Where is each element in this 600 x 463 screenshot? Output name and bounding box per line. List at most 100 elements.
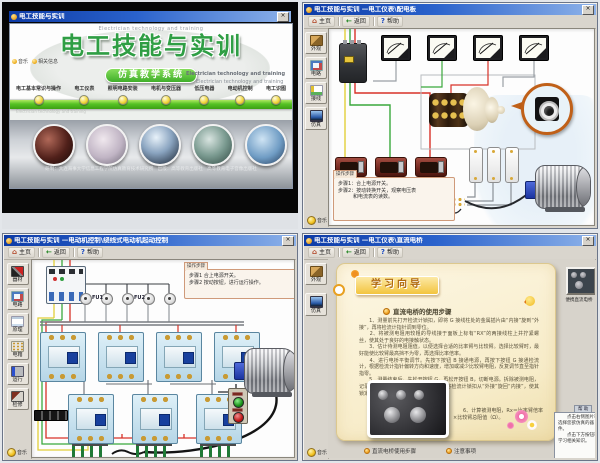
sidebar-label: 外观 — [311, 47, 321, 52]
motor — [535, 165, 591, 209]
sidebar-label: 检修 — [12, 403, 22, 408]
menu-button-icon — [161, 95, 171, 105]
close-icon[interactable]: × — [282, 236, 294, 246]
menu-item-meters[interactable]: 电工仪表 — [74, 86, 94, 105]
stop-button[interactable] — [233, 412, 244, 423]
product-photo-pliers — [33, 124, 75, 166]
back-button[interactable]: ←返回 — [342, 16, 370, 27]
home-button[interactable]: ⌂主页 — [308, 247, 335, 258]
help-icon: ? — [381, 18, 385, 25]
menu-item-motorctl[interactable]: 电动机控制 — [228, 86, 253, 105]
fuse-1[interactable] — [80, 293, 92, 305]
knob — [414, 390, 424, 400]
contactor-coil — [106, 346, 138, 368]
music-toggle[interactable]: 音乐 — [307, 448, 327, 457]
contactor-km6 — [132, 394, 178, 444]
link-label: 直流电桥使用步骤 — [372, 447, 416, 455]
panel-guide: 电工技能与实训 —电工仪表\直流电桥 × ⌂主页 ←返回 ?帮助 外观 仿真 学… — [302, 233, 598, 461]
appearance-icon — [310, 266, 323, 277]
monitor-icon — [310, 110, 323, 122]
home-icon: ⌂ — [312, 249, 317, 256]
close-icon[interactable]: × — [582, 5, 594, 15]
start-button[interactable] — [233, 397, 244, 408]
menu-item-lighting[interactable]: 照明电路安装 — [108, 86, 138, 105]
main-breaker[interactable] — [339, 43, 367, 83]
sidebar-button-equipment[interactable]: 器材 — [7, 263, 29, 285]
fuse-5[interactable] — [164, 293, 176, 305]
fuse-label-fu1: FU1 — [92, 295, 103, 301]
music-icon — [307, 216, 316, 225]
motor-base — [545, 207, 585, 212]
music-toggle[interactable]: 音乐 — [307, 216, 327, 225]
music-label: 音乐 — [317, 449, 327, 456]
product-photo-meter — [86, 124, 128, 166]
home-icon: ⌂ — [312, 18, 317, 25]
link-usage-steps[interactable]: 直流电桥使用步骤 — [364, 447, 416, 455]
help-button[interactable]: ?帮助 — [77, 247, 103, 258]
circuit-icon — [310, 60, 323, 71]
resistor-bank-2 — [136, 444, 172, 458]
home-icon: ⌂ — [12, 249, 17, 256]
home-button[interactable]: ⌂主页 — [308, 16, 335, 27]
flower-deco-icon — [507, 422, 514, 429]
back-button[interactable]: ←返回 — [342, 247, 370, 258]
guide-heading-text: 直流电桥的使用步骤 — [393, 306, 452, 316]
appearance-icon — [310, 35, 323, 46]
help-button[interactable]: ?帮助 — [377, 247, 403, 258]
fuse-3[interactable] — [122, 293, 134, 305]
guide-page: 学习向导 直流电桥的使用步骤 1、测量前先打开检流计锁扣，即将 G 接线柱处的金… — [336, 263, 556, 441]
menu-item-machines[interactable]: 电机与变压器 — [151, 86, 181, 105]
simulation-canvas: 操作步骤 步骤1：合上电源开关。 步骤2：按动转换开关，观察电压表 和电流表的读… — [328, 28, 595, 226]
sidebar-label: 电路 — [311, 72, 321, 77]
sidebar-button-simulation[interactable]: 仿真 — [305, 107, 327, 130]
knife-switch[interactable] — [34, 410, 68, 421]
contactor-coil — [48, 346, 80, 368]
sidebar-button-simulation[interactable]: 仿真 — [305, 293, 327, 316]
contactor-km1 — [40, 332, 86, 382]
titlebar: 电工技能与实训 —电动机控制\绕线式电动机起动控制 × — [4, 235, 296, 246]
panel-motor-sim: 电工技能与实训 —电动机控制\绕线式电动机起动控制 × ⌂主页 ←返回 ?帮助 … — [2, 233, 298, 461]
menu-item-basics[interactable]: 电工基本常识与操作 — [16, 86, 61, 105]
sidebar-label: 原理 — [12, 328, 22, 333]
sidebar-button-repair[interactable]: 检修 — [7, 388, 29, 410]
window-meter-sim: 电工技能与实训 —电工仪表\配电板 × ⌂主页 ←返回 ?帮助 外观 电路 接线… — [302, 2, 598, 229]
home-label: 主页 — [319, 249, 331, 256]
info-icon — [32, 59, 37, 64]
sidebar-button-wiring[interactable]: 接线 — [305, 82, 327, 104]
current-transformer-3 — [415, 157, 447, 177]
home-label: 主页 — [19, 249, 31, 256]
sidebar-button-panelbox[interactable]: 电箱 — [7, 338, 29, 360]
help-button[interactable]: ?帮助 — [377, 16, 403, 27]
device-thumbnail-button[interactable] — [566, 267, 595, 295]
monitor-icon — [310, 296, 323, 308]
close-icon[interactable]: × — [582, 236, 594, 246]
sidebar-button-run[interactable]: 运行 — [7, 363, 29, 385]
toolbar: ⌂主页 ←返回 ?帮助 — [304, 246, 596, 260]
sidebar-button-appearance[interactable]: 外观 — [305, 32, 327, 54]
titlebar: 电工技能与实训 × — [9, 11, 291, 22]
menu-item-drawings[interactable]: 电工识图 — [266, 86, 286, 105]
document-icon — [11, 316, 24, 327]
back-icon: ← — [346, 18, 352, 25]
sidebar-label: 电路 — [12, 303, 22, 308]
flower-deco-icon — [527, 420, 537, 430]
analog-meter-1 — [381, 35, 411, 61]
sidebar-button-circuit[interactable]: 电路 — [305, 57, 327, 79]
switch-contacts — [431, 96, 467, 124]
link-notes[interactable]: 注意事项 — [446, 447, 476, 455]
back-button[interactable]: ←返回 — [42, 247, 70, 258]
music-link[interactable]: 音乐 — [12, 58, 28, 65]
push-button-station[interactable] — [228, 388, 248, 424]
simulation-canvas: FU1 FU2 操作步骤 步骤1 合上电源开关。 步骤2 按动按钮，进行运行操作… — [31, 259, 295, 458]
magnifier-callout — [521, 83, 573, 135]
info-link[interactable]: 相关信息 — [32, 58, 58, 65]
sidebar-button-appearance[interactable]: 外观 — [305, 263, 327, 285]
menu-item-lowvolt[interactable]: 低压电器 — [194, 86, 214, 105]
home-button[interactable]: ⌂主页 — [8, 247, 35, 258]
sidebar-button-principle[interactable]: 原理 — [7, 313, 29, 335]
back-label: 返回 — [354, 249, 366, 256]
music-toggle[interactable]: 音乐 — [7, 448, 27, 457]
guide-body-text-2: 6、计算被测电阻，Rx＝比率臂倍率×比较臂总阻值（Ω）。 — [453, 408, 543, 421]
sidebar-button-circuit[interactable]: 电路 — [7, 288, 29, 310]
close-icon[interactable]: × — [277, 12, 289, 22]
